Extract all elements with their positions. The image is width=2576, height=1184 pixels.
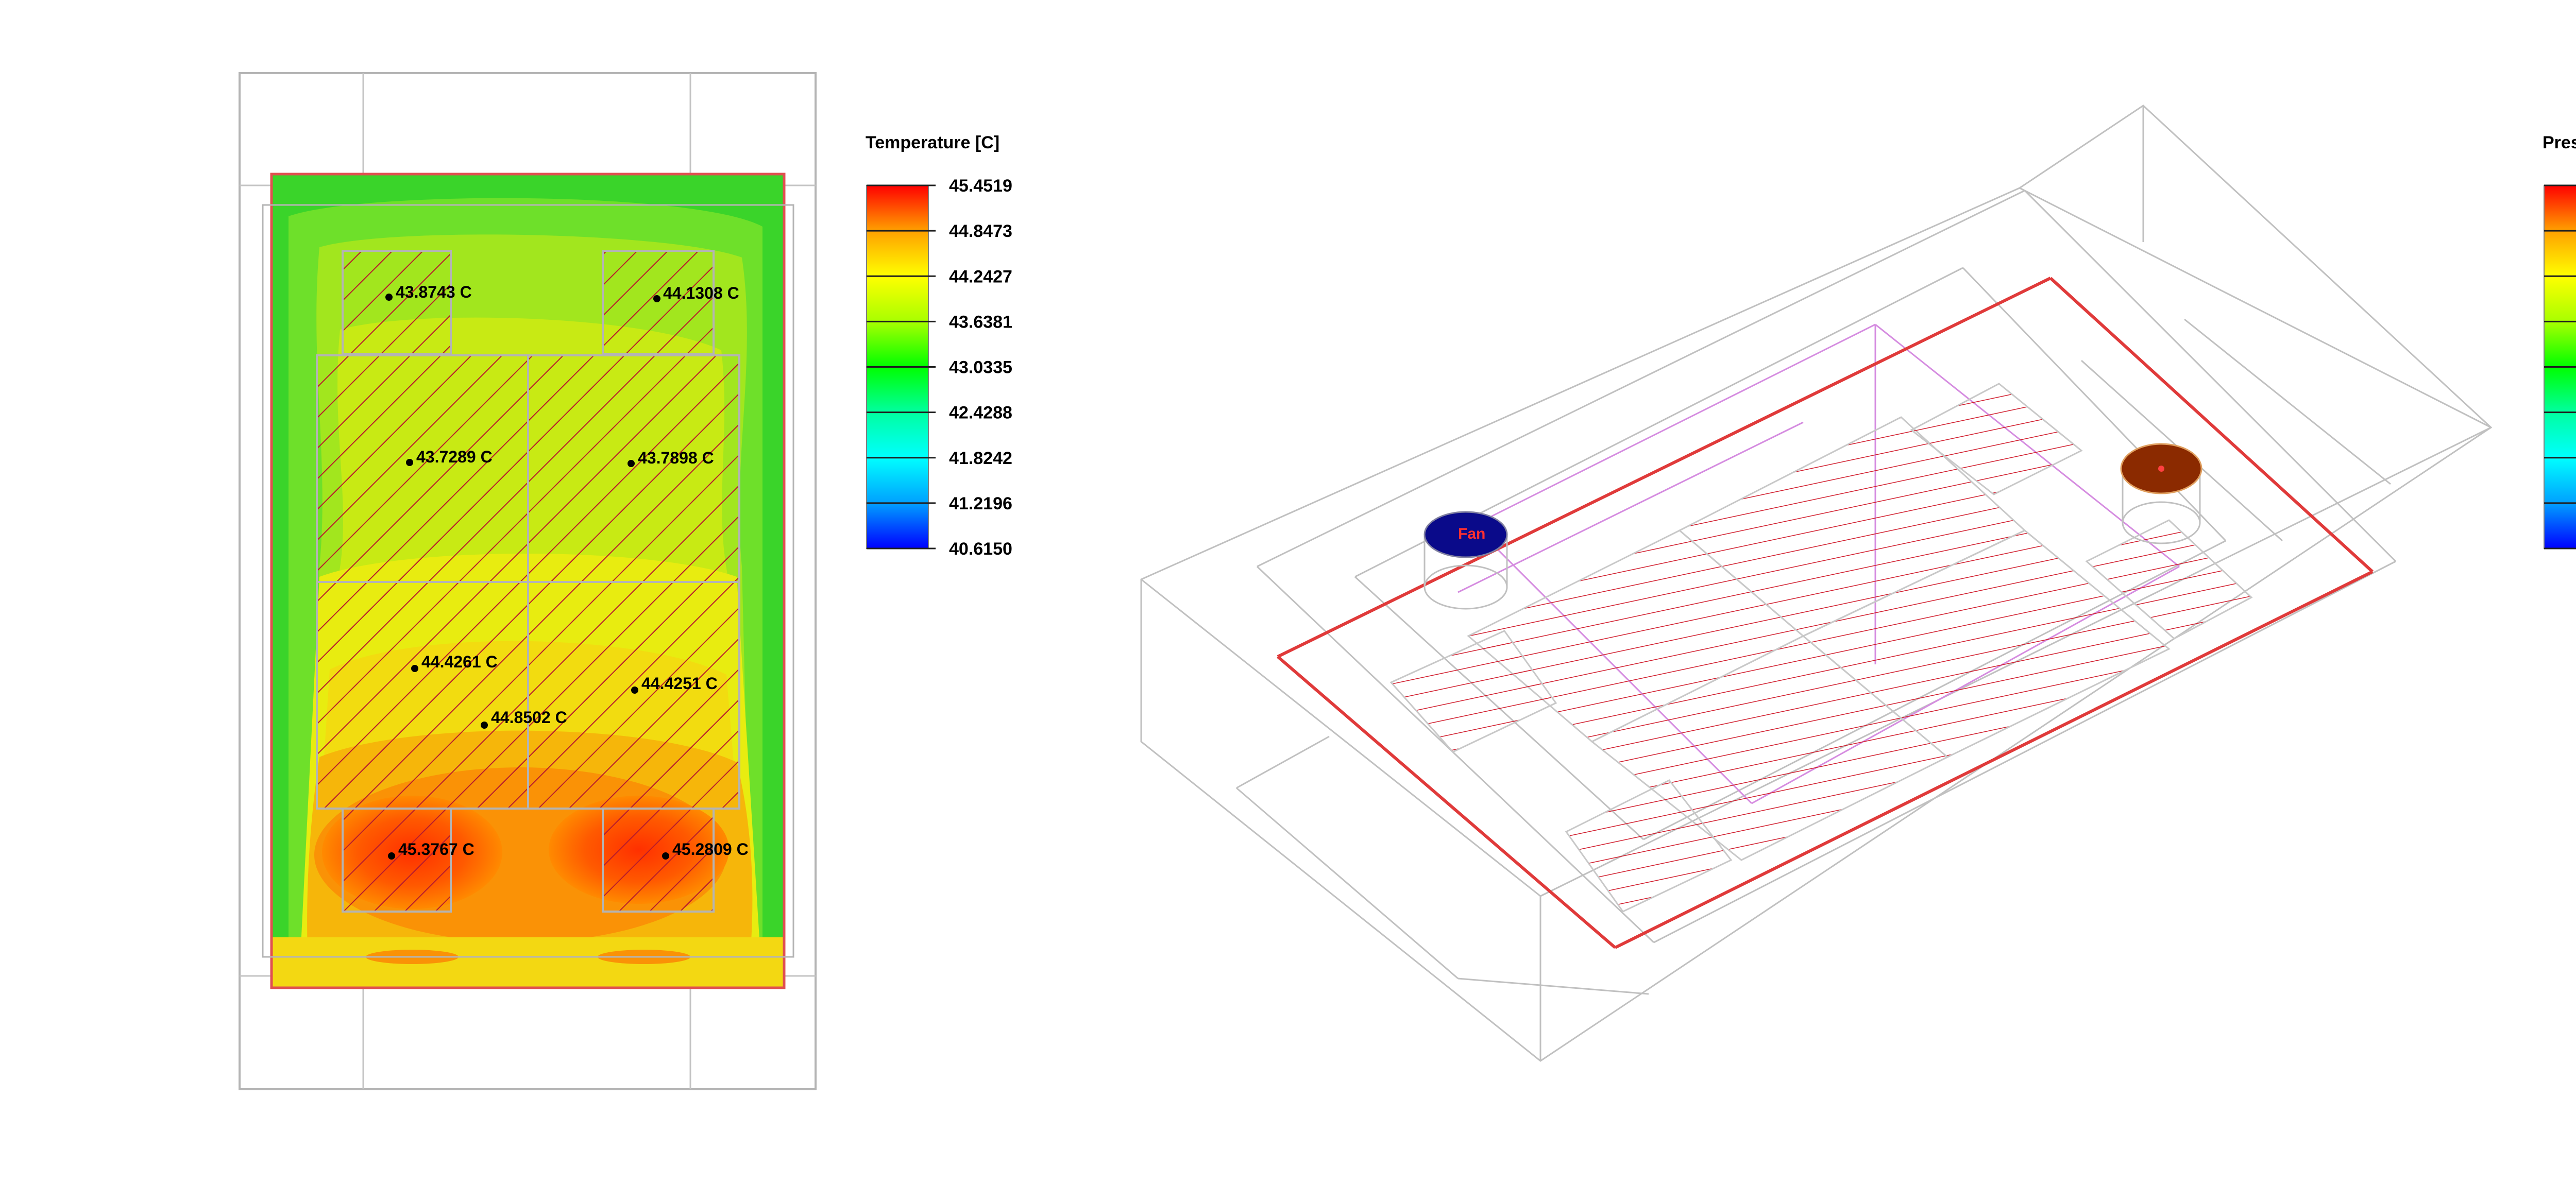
temperature-legend-tick-label: 41.8242 (949, 449, 1012, 468)
component-small-bottom-left (342, 808, 452, 913)
probe: 43.8743 C (385, 283, 472, 301)
probe: 44.1308 C (653, 284, 739, 302)
component-small-top-left (342, 250, 452, 355)
probe-label: 44.8502 C (491, 708, 567, 727)
temperature-legend-tick-label: 41.2196 (949, 494, 1012, 513)
temperature-legend-tick-label: 40.6150 (949, 539, 1012, 559)
probe: 44.4251 C (631, 674, 718, 694)
probe: 45.2809 C (662, 840, 749, 860)
temperature-legend-tick-label: 43.0335 (949, 358, 1012, 377)
component-large-lower-right (527, 581, 740, 810)
component-small-bottom-right (602, 808, 715, 913)
probe-label: 44.1308 C (663, 284, 739, 302)
pressure-legend: Pressure [N/m2] 4691.014103.973516.93292… (2543, 133, 2576, 550)
outlet-center-icon (2158, 466, 2164, 472)
inlet-cylinder: Fan (1423, 511, 1508, 610)
probe-label: 44.4251 C (641, 674, 718, 693)
component-small-top-right (602, 250, 715, 355)
probe-label: 44.4261 C (421, 653, 498, 671)
probe: 43.7898 C (628, 449, 714, 467)
temperature-legend-tick-label: 45.4519 (949, 176, 1012, 196)
simulation-figure: 43.8743 C 44.1308 C 43.7289 C 43.7898 C … (239, 72, 2576, 1090)
pressure-legend-title: Pressure [N/m2] (2543, 133, 2576, 152)
temperature-view: 43.8743 C 44.1308 C 43.7289 C 43.7898 C … (239, 72, 817, 1090)
probe: 44.8502 C (481, 708, 567, 729)
probe: 45.3767 C (388, 840, 474, 860)
temperature-legend-tick-label: 44.2427 (949, 267, 1012, 286)
inlet-fan-label: Fan (1458, 525, 1485, 542)
probe-label: 45.3767 C (398, 840, 474, 859)
temperature-legend-tick-label: 43.6381 (949, 312, 1012, 332)
pressure-view: Fan (1140, 105, 2493, 1062)
probe-label: 43.7289 C (416, 448, 493, 466)
component-large-lower-left (316, 581, 529, 810)
temperature-legend-title: Temperature [C] (866, 133, 999, 152)
temperature-legend-tick-label: 42.4288 (949, 403, 1012, 423)
probe: 43.7289 C (406, 448, 493, 466)
probe-label: 43.8743 C (396, 283, 472, 301)
probe-label: 45.2809 C (672, 840, 749, 859)
probe: 44.4261 C (411, 653, 498, 672)
component-large-upper-left (316, 354, 529, 583)
temperature-legend-tick-label: 44.8473 (949, 221, 1012, 241)
probe-label: 43.7898 C (638, 449, 714, 467)
component-large-upper-right (527, 354, 740, 583)
temperature-legend: Temperature [C] 45.4519 44.8473 44.2427 43.… (866, 133, 1012, 559)
